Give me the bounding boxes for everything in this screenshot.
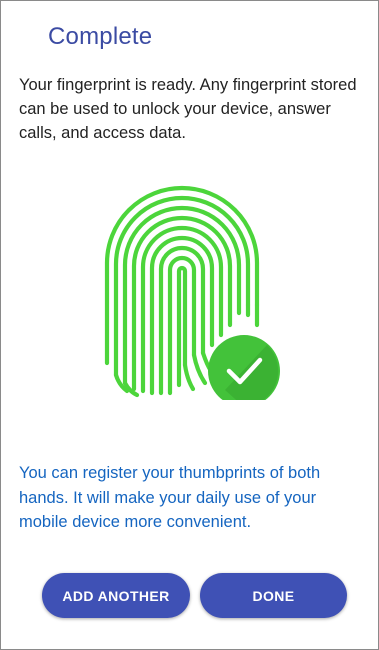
tip-text: You can register your thumbprints of bot… bbox=[19, 464, 321, 531]
screen: Complete Your fingerprint is ready. Any … bbox=[0, 0, 379, 650]
check-circle-icon bbox=[208, 335, 280, 400]
done-button[interactable]: DONE bbox=[200, 573, 347, 618]
fingerprint-illustration bbox=[97, 185, 287, 400]
fingerprint-icon bbox=[104, 185, 280, 400]
page-title: Complete bbox=[48, 23, 153, 50]
add-another-button[interactable]: ADD ANOTHER bbox=[42, 573, 190, 618]
description-text: Your fingerprint is ready. Any fingerpri… bbox=[19, 76, 357, 142]
